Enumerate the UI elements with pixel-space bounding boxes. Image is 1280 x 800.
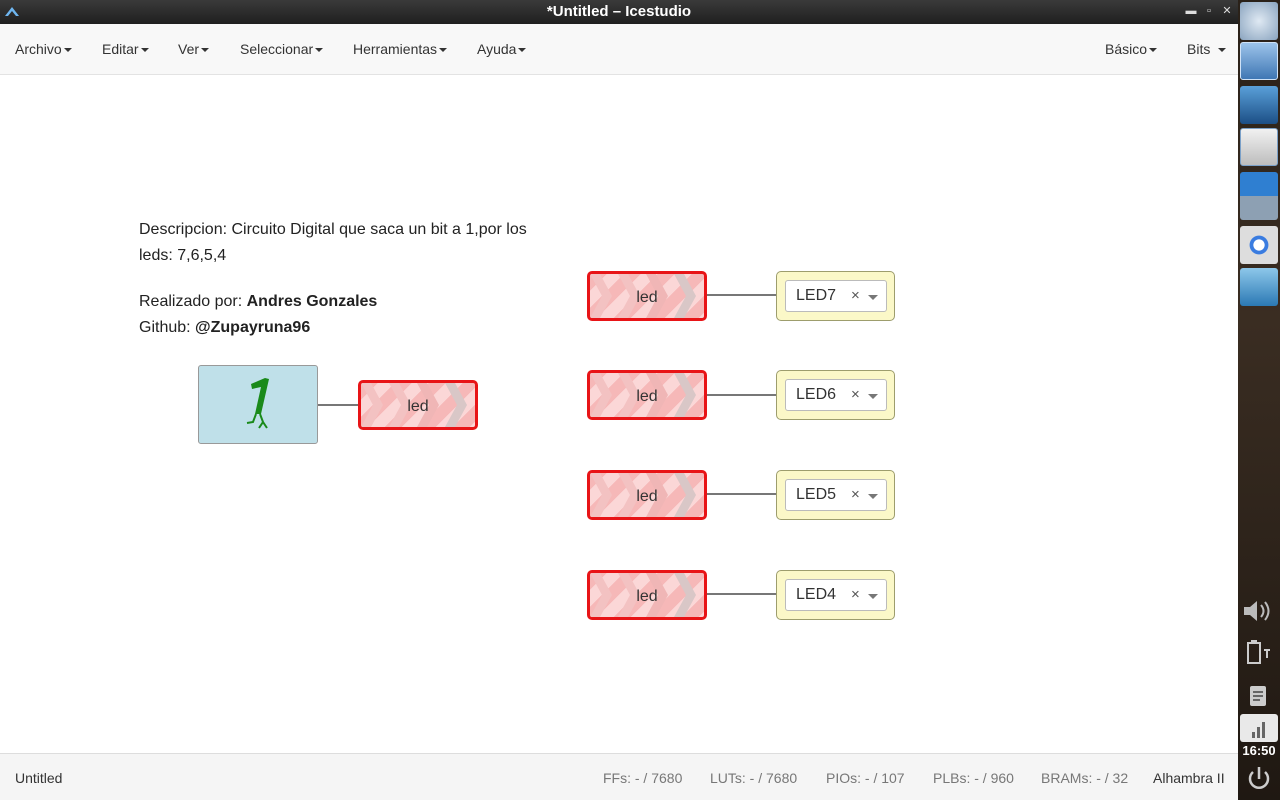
menu-herramientas[interactable]: Herramientas [353, 41, 448, 57]
wire [318, 404, 359, 406]
desktop-dock [1238, 0, 1280, 800]
description-line-1: Descripcion: Circuito Digital que saca u… [139, 221, 527, 238]
github-line: Github: @Zupayruna96 [139, 319, 311, 336]
launcher-icon[interactable] [1240, 2, 1278, 40]
dropdown-arrow-icon[interactable] [868, 394, 878, 399]
output-block-led5[interactable]: LED5 × [776, 470, 895, 520]
pin-select-value: LED4 [796, 586, 837, 603]
label-block[interactable]: led [587, 370, 707, 420]
icestudio-icon[interactable] [1240, 172, 1278, 220]
wire [707, 394, 777, 396]
pin-select-value: LED5 [796, 486, 837, 503]
menu-seleccionar[interactable]: Seleccionar [240, 41, 324, 57]
ffs-count: FFs: - / 7680 [603, 770, 683, 786]
dropdown-arrow-icon[interactable] [868, 494, 878, 499]
pin-select-led5[interactable]: LED5 × [785, 479, 887, 511]
info-description[interactable]: Descripcion: Circuito Digital que saca u… [139, 217, 527, 269]
wire [707, 493, 777, 495]
pin-select-led6[interactable]: LED6 × [785, 379, 887, 411]
label-block[interactable]: led [587, 271, 707, 321]
close-button[interactable]: ✕ [1220, 4, 1234, 18]
plbs-count: PLBs: - / 960 [933, 770, 1014, 786]
dropdown-arrow-icon[interactable] [868, 594, 878, 599]
pin-select-led4[interactable]: LED4 × [785, 579, 887, 611]
description-line-2: leds: 7,6,5,4 [139, 247, 227, 264]
pin-select-value: LED6 [796, 386, 837, 403]
constant-one-block[interactable] [198, 365, 318, 444]
menu-ver[interactable]: Ver [178, 41, 210, 57]
pin-select-value: LED7 [796, 287, 837, 304]
label-block[interactable]: led [358, 380, 478, 430]
window-icon[interactable] [1240, 128, 1278, 166]
wire [707, 294, 777, 296]
label-text: led [636, 588, 658, 605]
clear-icon[interactable]: × [851, 586, 860, 603]
wire [707, 593, 777, 595]
menu-archivo[interactable]: Archivo [15, 41, 72, 57]
maximize-button[interactable]: ▫ [1202, 4, 1216, 18]
menu-ayuda[interactable]: Ayuda [477, 41, 527, 57]
pios-count: PIOs: - / 107 [826, 770, 905, 786]
board-selector[interactable]: Alhambra II [1153, 770, 1225, 786]
label-block[interactable]: led [587, 470, 707, 520]
design-canvas[interactable]: Descripcion: Circuito Digital que saca u… [0, 75, 1238, 753]
author-line: Realizado por: Andres Gonzales [139, 293, 378, 310]
info-author[interactable]: Realizado por: Andres Gonzales Github: @… [139, 289, 377, 341]
label-block[interactable]: led [587, 570, 707, 620]
dropdown-arrow-icon[interactable] [868, 295, 878, 300]
output-block-led6[interactable]: LED6 × [776, 370, 895, 420]
volume-icon[interactable] [1240, 596, 1278, 626]
brams-count: BRAMs: - / 32 [1041, 770, 1129, 786]
cube-app-icon[interactable] [1240, 268, 1278, 306]
minimize-button[interactable]: ▬ [1184, 4, 1198, 18]
clear-icon[interactable]: × [851, 287, 860, 304]
label-text: led [636, 488, 658, 505]
network-map-icon[interactable] [1240, 86, 1278, 124]
battery-icon[interactable] [1240, 638, 1278, 668]
clear-icon[interactable]: × [851, 386, 860, 403]
menu-editar[interactable]: Editar [102, 41, 149, 57]
clear-icon[interactable]: × [851, 486, 860, 503]
window-titlebar: *Untitled – Icestudio ▬ ▫ ✕ [0, 0, 1238, 24]
window-title: *Untitled – Icestudio [546, 3, 692, 20]
signal-icon[interactable] [1240, 714, 1278, 742]
file-name: Untitled [15, 770, 63, 786]
file-manager-icon[interactable] [1240, 42, 1278, 80]
power-icon[interactable] [1240, 762, 1278, 796]
pin-select-led7[interactable]: LED7 × [785, 280, 887, 312]
menu-basico[interactable]: Básico [1105, 41, 1158, 57]
clock: 16:50 [1242, 743, 1276, 758]
label-text: led [636, 388, 658, 405]
output-block-led7[interactable]: LED7 × [776, 271, 895, 321]
menubar: Archivo Editar Ver Seleccionar Herramien… [0, 24, 1238, 75]
menu-bits[interactable]: Bits [1187, 41, 1227, 57]
output-block-led4[interactable]: LED4 × [776, 570, 895, 620]
luts-count: LUTs: - / 7680 [710, 770, 798, 786]
statusbar: Untitled FFs: - / 7680 LUTs: - / 7680 PI… [0, 753, 1238, 800]
label-text: led [407, 398, 429, 415]
digit-one-icon [246, 378, 269, 429]
label-text: led [636, 289, 658, 306]
notes-icon[interactable] [1240, 682, 1278, 712]
chrome-icon[interactable] [1240, 226, 1278, 264]
